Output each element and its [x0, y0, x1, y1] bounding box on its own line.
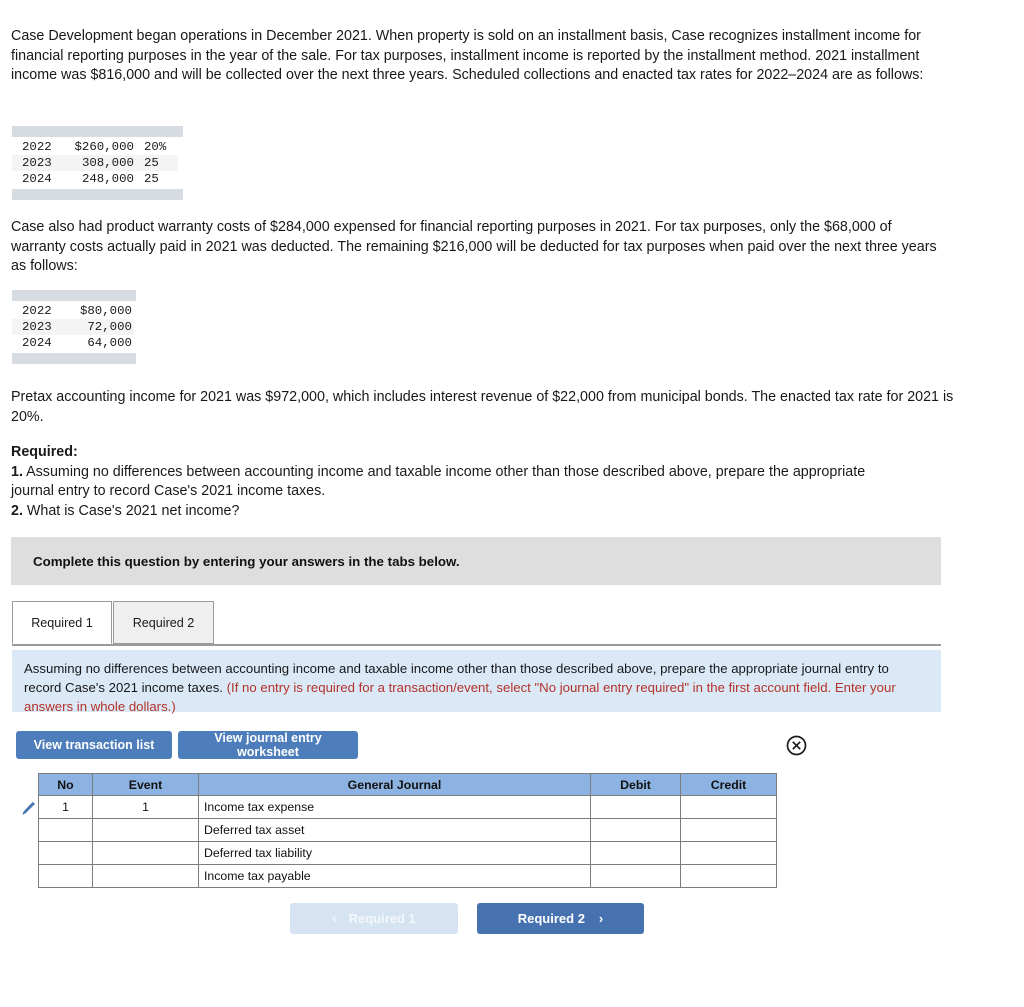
cell-credit[interactable] — [680, 841, 777, 865]
required-label: Required: — [11, 444, 78, 460]
cell-year: 2022 — [22, 140, 52, 154]
problem-paragraph-3: Pretax accounting income for 2021 was $9… — [11, 389, 954, 425]
cell-no[interactable] — [38, 864, 93, 888]
nav-next-required-2-button[interactable]: Required 2 › — [477, 903, 644, 934]
required-item-2-text: What is Case's 2021 net income? — [22, 502, 240, 519]
cell-credit[interactable] — [680, 818, 777, 842]
tab-required-1-label: Required 1 — [31, 615, 93, 630]
cell-amount: $80,000 — [79, 304, 132, 318]
cell-year: 2023 — [22, 156, 52, 170]
cell-no[interactable] — [38, 818, 93, 842]
cell-event[interactable] — [92, 841, 199, 865]
journal-header-row: No Event General Journal Debit Credit — [38, 773, 777, 796]
required-item-1: 1. Assuming no differences between accou… — [11, 463, 911, 502]
problem-page: Case Development began operations in Dec… — [0, 0, 1024, 1007]
chevron-right-icon: › — [598, 911, 604, 926]
cell-year: 2022 — [22, 304, 52, 318]
table-top-bar — [12, 290, 136, 301]
chevron-left-icon: ‹ — [332, 911, 337, 926]
cell-amount: 64,000 — [87, 336, 132, 350]
circle-x-icon[interactable] — [786, 735, 807, 756]
problem-paragraph-1: Case Development began operations in Dec… — [11, 28, 924, 83]
cell-debit[interactable] — [590, 841, 681, 865]
table-row: 2022 $260,000 20% — [12, 139, 178, 155]
warranty-table-grid: 2022 $80,000 2023 72,000 2024 64,000 — [12, 303, 134, 351]
cell-amount: $260,000 — [74, 140, 135, 154]
view-journal-entry-worksheet-label: View journal entry worksheet — [214, 731, 322, 759]
warranty-table: 2022 $80,000 2023 72,000 2024 64,000 — [12, 290, 136, 364]
required-tabs: Required 1 Required 2 — [12, 601, 941, 646]
view-journal-entry-worksheet-button[interactable]: View journal entry worksheet — [178, 731, 358, 759]
cell-year: 2024 — [22, 172, 52, 186]
banner-text: Complete this question by entering your … — [33, 553, 460, 569]
pencil-icon[interactable] — [18, 799, 38, 819]
view-transaction-list-label: View transaction list — [33, 738, 155, 752]
table-row: Income tax payable — [38, 864, 777, 888]
nav-prev-label: Required 1 — [348, 911, 416, 926]
cell-credit[interactable] — [680, 795, 777, 819]
collections-table-grid: 2022 $260,000 20% 2023 308,000 25 2024 2… — [12, 139, 178, 187]
cell-rate: 25 — [144, 172, 159, 186]
nav-next-label: Required 2 — [517, 911, 585, 926]
journal-entry-table-wrapper: No Event General Journal Debit Credit 1 … — [38, 773, 777, 888]
cell-amount: 248,000 — [81, 172, 134, 186]
view-transaction-list-button[interactable]: View transaction list — [16, 731, 172, 759]
table-row: 2022 $80,000 — [12, 303, 134, 319]
tab-required-2[interactable]: Required 2 — [113, 601, 214, 644]
required-item-1-number: 1. — [11, 463, 23, 480]
tab-required-1[interactable]: Required 1 — [12, 601, 112, 644]
collections-table: 2022 $260,000 20% 2023 308,000 25 2024 2… — [12, 126, 183, 200]
cell-year: 2024 — [22, 336, 52, 350]
column-header-credit: Credit — [680, 773, 777, 796]
cell-account[interactable]: Deferred tax liability — [198, 841, 591, 865]
cell-event[interactable] — [92, 818, 199, 842]
cell-credit[interactable] — [680, 864, 777, 888]
table-bottom-bar — [12, 353, 136, 364]
nav-prev-required-1-button[interactable]: ‹ Required 1 — [290, 903, 458, 934]
table-row: 2024 64,000 — [12, 335, 134, 351]
cell-event[interactable]: 1 — [92, 795, 199, 819]
cell-event[interactable] — [92, 864, 199, 888]
table-top-bar — [12, 126, 183, 137]
table-bottom-bar — [12, 189, 183, 200]
complete-question-banner: Complete this question by entering your … — [11, 537, 941, 585]
cell-year: 2023 — [22, 320, 52, 334]
table-row: 2024 248,000 25 — [12, 171, 178, 187]
table-row: 1 1 Income tax expense — [38, 795, 777, 819]
column-header-event: Event — [92, 773, 199, 796]
cell-rate: 20% — [144, 140, 167, 154]
cell-no[interactable] — [38, 841, 93, 865]
tab-required-2-label: Required 2 — [132, 615, 195, 630]
cell-account[interactable]: Income tax payable — [198, 864, 591, 888]
cell-amount: 308,000 — [81, 156, 134, 170]
cell-no[interactable]: 1 — [38, 795, 93, 819]
cell-account[interactable]: Income tax expense — [198, 795, 591, 819]
required-item-2-number: 2. — [11, 502, 23, 519]
cell-rate: 25 — [144, 156, 159, 170]
table-row: Deferred tax asset — [38, 818, 777, 842]
table-row: Deferred tax liability — [38, 841, 777, 865]
column-header-no: No — [38, 773, 93, 796]
cell-amount: 72,000 — [87, 320, 132, 334]
required-item-2: 2. What is Case's 2021 net income? — [11, 502, 911, 522]
cell-debit[interactable] — [590, 818, 681, 842]
column-header-debit: Debit — [590, 773, 681, 796]
cell-account[interactable]: Deferred tax asset — [198, 818, 591, 842]
table-row: 2023 72,000 — [12, 319, 134, 335]
column-header-general-journal: General Journal — [198, 773, 591, 796]
instruction-text: Assuming no differences between accounti… — [24, 659, 927, 716]
tab-rule — [12, 644, 941, 646]
required-item-1-text: Assuming no differences between accounti… — [11, 463, 866, 500]
problem-paragraph-2: Case also had product warranty costs of … — [11, 219, 937, 274]
journal-entry-table: No Event General Journal Debit Credit 1 … — [38, 773, 777, 888]
cell-debit[interactable] — [590, 795, 681, 819]
instruction-box: Assuming no differences between accounti… — [12, 650, 941, 714]
cell-debit[interactable] — [590, 864, 681, 888]
table-row: 2023 308,000 25 — [12, 155, 178, 171]
required-section: Required: 1. Assuming no differences bet… — [11, 443, 911, 521]
